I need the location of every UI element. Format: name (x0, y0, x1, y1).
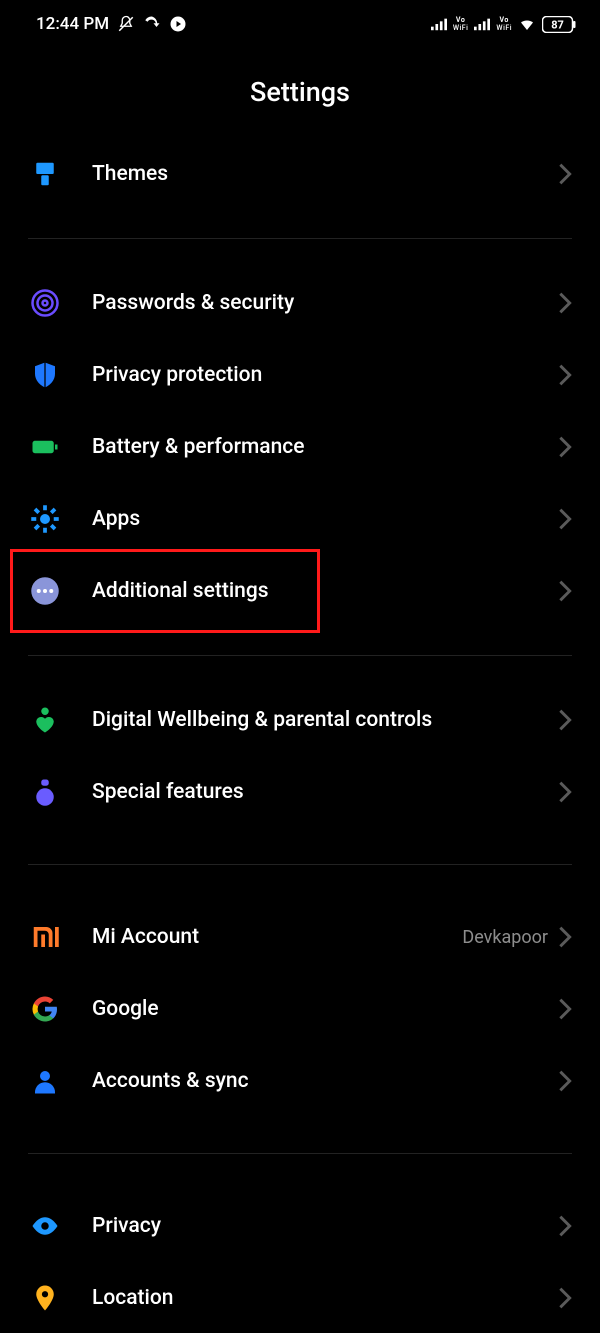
row-themes[interactable]: Themes (0, 138, 600, 210)
chevron-right-icon (558, 1214, 572, 1238)
row-label: Mi Account (92, 925, 462, 949)
chevron-right-icon (558, 162, 572, 186)
chevron-right-icon (558, 507, 572, 531)
row-label: Special features (92, 780, 558, 804)
row-accounts-sync[interactable]: Accounts & sync (0, 1045, 600, 1117)
row-label: Privacy (92, 1214, 558, 1238)
row-google[interactable]: Google (0, 973, 600, 1045)
chevron-right-icon (558, 780, 572, 804)
chevron-right-icon (558, 363, 572, 387)
row-label: Passwords & security (92, 291, 558, 315)
svg-text:87: 87 (551, 18, 564, 31)
row-privacy[interactable]: Privacy (0, 1190, 600, 1262)
themes-icon (30, 159, 92, 189)
more-icon (30, 576, 92, 606)
row-passwords-security[interactable]: Passwords & security (0, 267, 600, 339)
row-label: Location (92, 1286, 558, 1310)
mute-icon (117, 15, 135, 33)
flask-icon (30, 777, 92, 807)
row-label: Apps (92, 507, 558, 531)
sync-icon (143, 15, 161, 33)
page-title: Settings (0, 48, 600, 138)
row-additional-settings[interactable]: Additional settings (0, 555, 600, 627)
row-label: Digital Wellbeing & parental controls (92, 708, 558, 732)
signal-2-icon (474, 15, 490, 33)
row-label: Battery & performance (92, 435, 558, 459)
row-mi-account[interactable]: Mi Account Devkapoor (0, 901, 600, 973)
row-privacy-protection[interactable]: Privacy protection (0, 339, 600, 411)
signal-1-icon (431, 15, 447, 33)
play-icon (169, 15, 187, 33)
chevron-right-icon (558, 1069, 572, 1093)
status-bar: 12:44 PM VoWiFi VoWiFi 87 (0, 0, 600, 48)
row-battery-performance[interactable]: Battery & performance (0, 411, 600, 483)
mi-logo-icon (30, 922, 92, 952)
chevron-right-icon (558, 997, 572, 1021)
row-digital-wellbeing[interactable]: Digital Wellbeing & parental controls (0, 684, 600, 756)
row-label: Themes (92, 162, 558, 186)
shield-icon (30, 360, 92, 390)
apps-gear-icon (30, 504, 92, 534)
row-label: Additional settings (92, 579, 558, 603)
row-location[interactable]: Location (0, 1262, 600, 1333)
chevron-right-icon (558, 925, 572, 949)
wifi-icon (518, 15, 536, 33)
chevron-right-icon (558, 708, 572, 732)
location-pin-icon (30, 1283, 92, 1313)
vowifi-1-icon: VoWiFi (453, 17, 469, 32)
eye-icon (30, 1211, 92, 1241)
chevron-right-icon (558, 435, 572, 459)
chevron-right-icon (558, 579, 572, 603)
row-label: Privacy protection (92, 363, 558, 387)
row-label: Google (92, 997, 558, 1021)
person-icon (30, 1066, 92, 1096)
row-value: Devkapoor (462, 927, 548, 948)
fingerprint-icon (30, 288, 92, 318)
chevron-right-icon (558, 291, 572, 315)
row-apps[interactable]: Apps (0, 483, 600, 555)
status-time: 12:44 PM (36, 14, 109, 34)
vowifi-2-icon: VoWiFi (496, 17, 512, 32)
chevron-right-icon (558, 1286, 572, 1310)
row-special-features[interactable]: Special features (0, 756, 600, 828)
google-icon (30, 994, 92, 1024)
wellbeing-icon (30, 705, 92, 735)
battery-item-icon (30, 432, 92, 462)
battery-icon: 87 (542, 16, 576, 33)
row-label: Accounts & sync (92, 1069, 558, 1093)
